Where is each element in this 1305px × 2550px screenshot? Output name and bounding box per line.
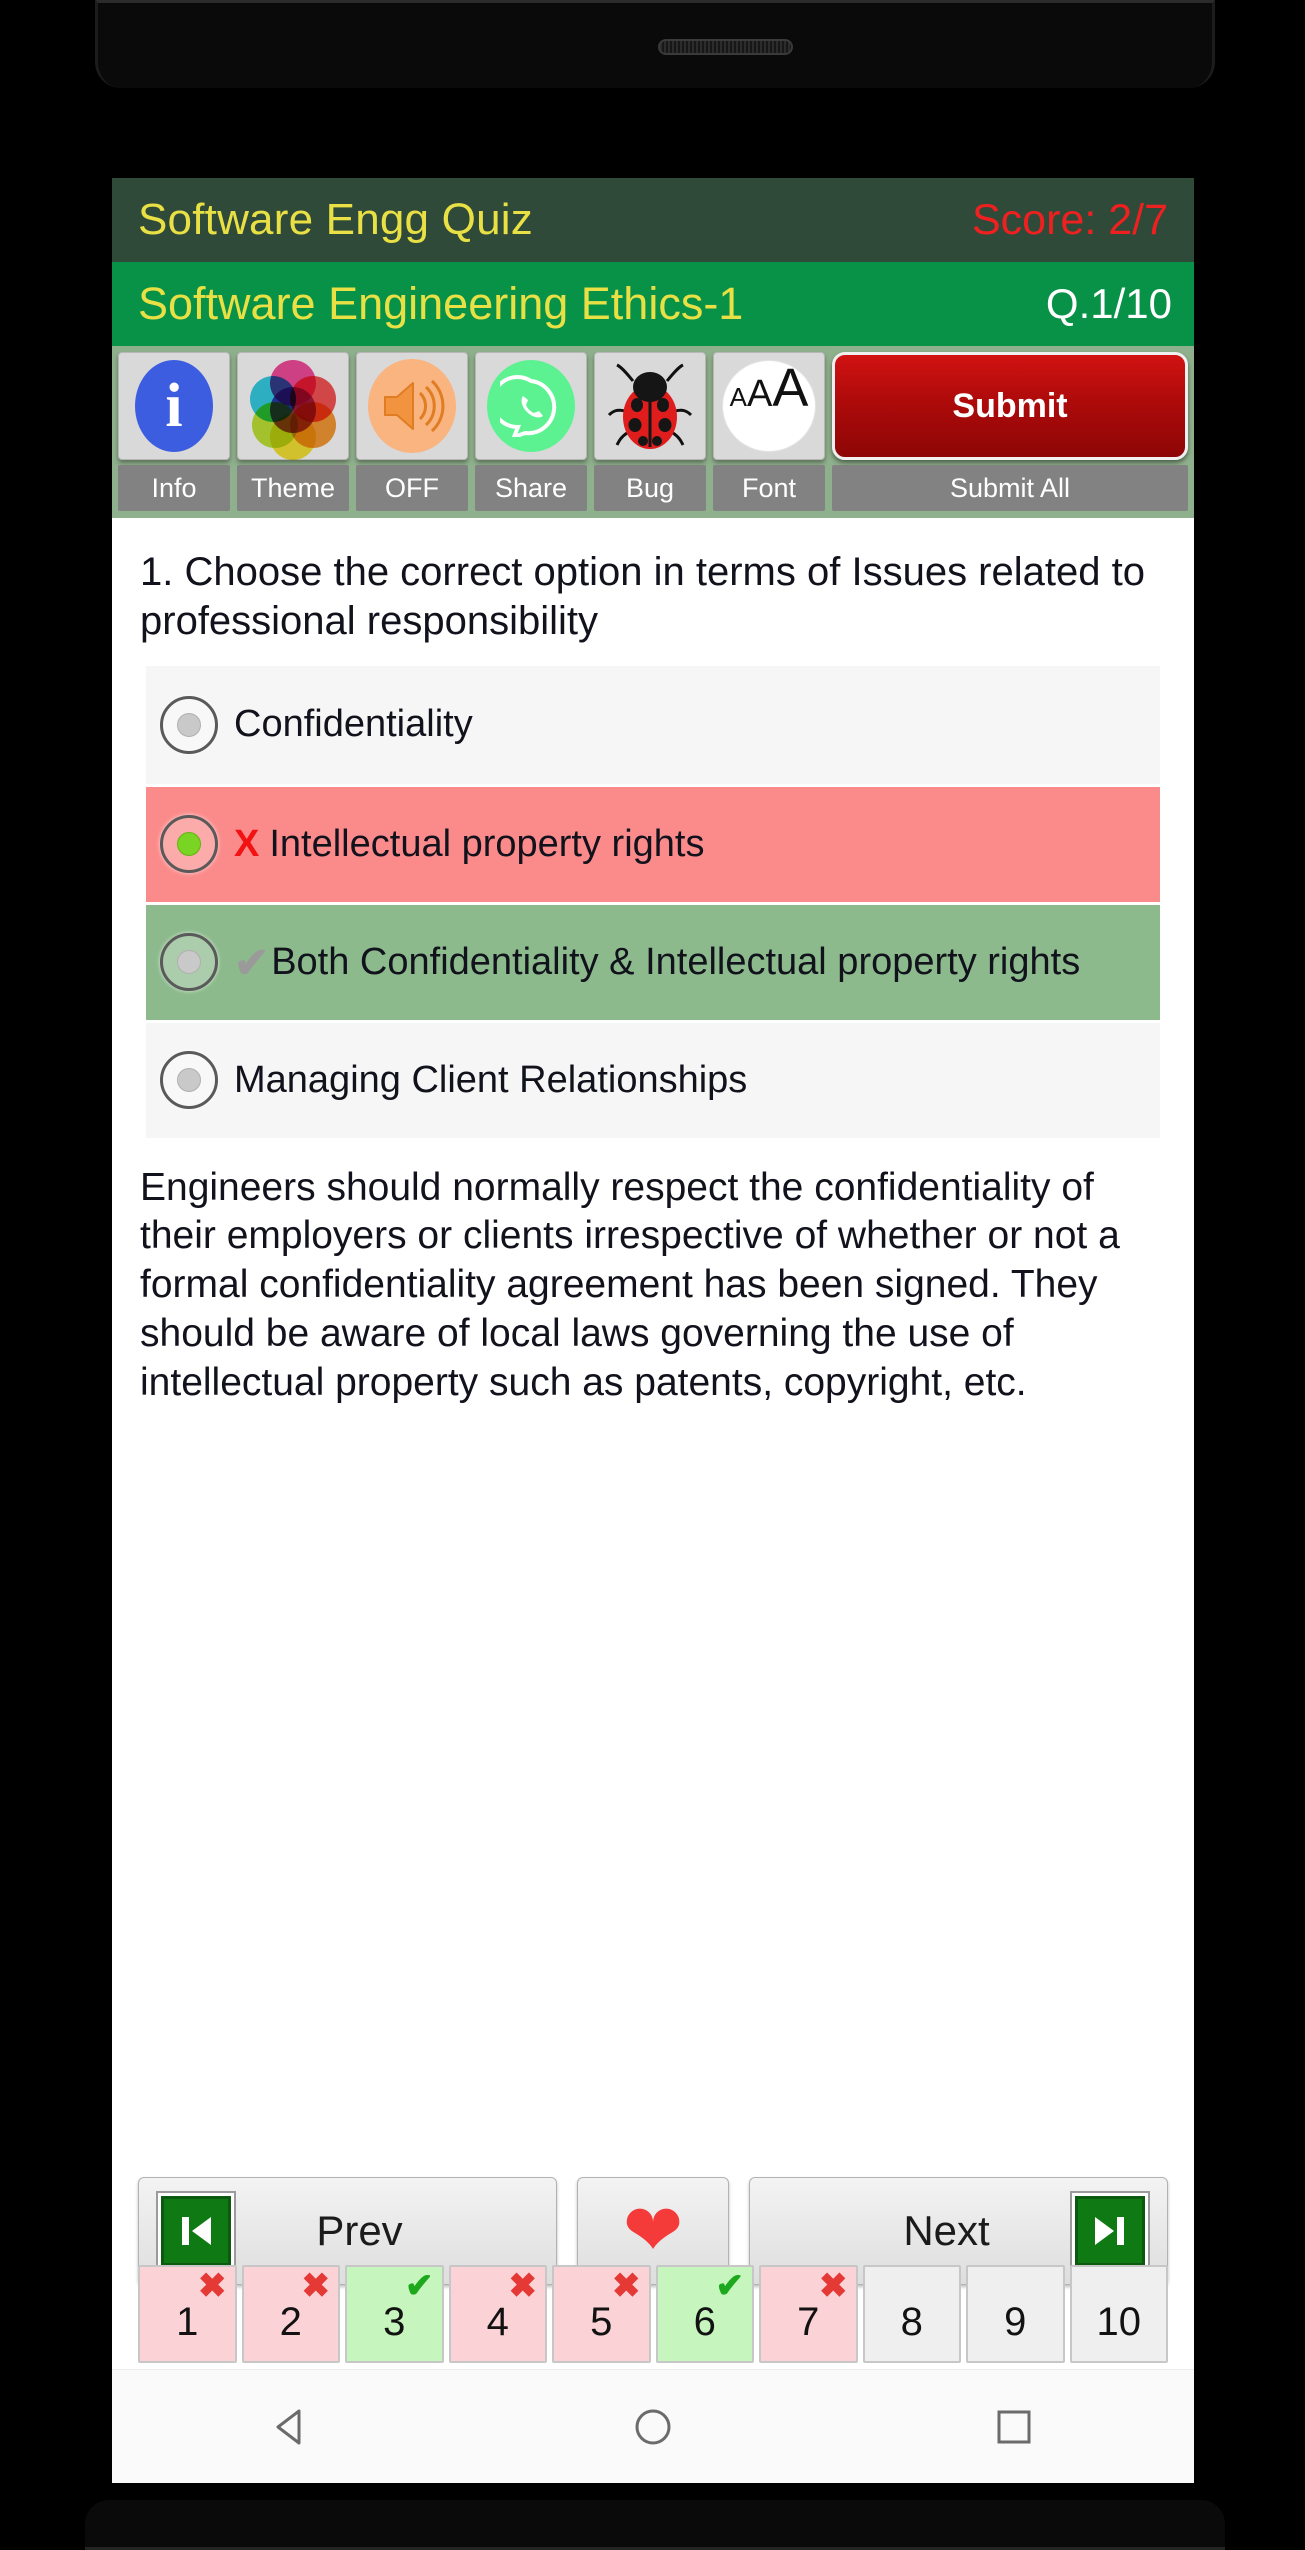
question-number: 2 (279, 2300, 302, 2344)
submit-button-cell[interactable]: Submit (832, 352, 1188, 460)
status-badge: ✖ (198, 2267, 227, 2305)
font-size-button[interactable]: AAA (713, 352, 825, 460)
question-number: 8 (900, 2300, 923, 2344)
option-row-3[interactable]: ✔ Both Confidentiality & Intellectual pr… (146, 901, 1160, 1020)
phone-device: Software Engg Quiz Score: 2/7 Software E… (0, 0, 1305, 2550)
whatsapp-icon (487, 360, 575, 452)
app-title: Software Engg Quiz (138, 195, 533, 244)
status-badge: ✔ (715, 2267, 745, 2305)
status-badge: ✖ (508, 2267, 538, 2305)
subject-title: Software Engineering Ethics-1 (138, 278, 744, 329)
radio-button-3[interactable] (160, 933, 218, 992)
back-button[interactable] (260, 2395, 324, 2459)
recents-button[interactable] (982, 2395, 1046, 2459)
question-number-strip: ✖ 1 ✖ 2 ✔ 3 ✖ 4 ✖ 5 ✔ 6 ✖ 7 8 9 10 (112, 2265, 1194, 2363)
options-list: Confidentiality X Intellectual property … (112, 652, 1194, 1138)
question-cell-5[interactable]: ✖ 5 (552, 2265, 651, 2363)
speaker-icon (368, 359, 456, 453)
palette-icon (250, 360, 336, 460)
question-number: 6 (693, 2300, 716, 2344)
question-cell-6[interactable]: ✔ 6 (655, 2265, 754, 2363)
toolbar-label-share[interactable]: Share (475, 465, 587, 511)
question-cell-1[interactable]: ✖ 1 (138, 2265, 237, 2363)
ladybug-icon (607, 359, 693, 453)
toolbar-label-bug[interactable]: Bug (594, 465, 706, 511)
subject-bar: Software Engineering Ethics-1 Q.1/10 (112, 262, 1194, 346)
toolbar-label-sound[interactable]: OFF (356, 465, 468, 511)
correct-answer-icon: ✔ (234, 938, 270, 986)
android-system-nav (112, 2369, 1194, 2483)
bug-report-button[interactable] (594, 352, 706, 460)
share-button[interactable] (475, 352, 587, 460)
app-screen: Software Engg Quiz Score: 2/7 Software E… (112, 178, 1194, 2483)
question-number: 5 (590, 2300, 613, 2344)
status-badge: ✖ (819, 2267, 848, 2305)
question-text: 1. Choose the correct option in terms of… (140, 550, 1145, 643)
option-label-1: Confidentiality (234, 703, 473, 746)
option-label-2: Intellectual property rights (269, 822, 705, 865)
submit-all-button[interactable]: Submit All (832, 465, 1188, 511)
theme-button[interactable] (237, 352, 349, 460)
option-label-3: Both Confidentiality & Intellectual prop… (271, 940, 1081, 983)
status-badge: ✖ (301, 2267, 331, 2305)
status-badge: ✔ (405, 2267, 434, 2305)
option-label-4: Managing Client Relationships (234, 1058, 748, 1101)
question-cell-8[interactable]: 8 (862, 2265, 961, 2363)
question-number: 1 (176, 2300, 199, 2344)
question-number: 4 (486, 2300, 509, 2344)
option-row-1[interactable]: Confidentiality (146, 665, 1160, 784)
radio-button-2[interactable] (160, 815, 218, 874)
question-cell-2[interactable]: ✖ 2 (241, 2265, 340, 2363)
info-icon: i (135, 360, 213, 452)
option-row-4[interactable]: Managing Client Relationships (146, 1019, 1160, 1138)
toolbar-label-info[interactable]: Info (118, 465, 230, 511)
question-cell-4[interactable]: ✖ 4 (448, 2265, 547, 2363)
wrong-answer-icon: X (234, 822, 260, 865)
skip-previous-icon (161, 2196, 231, 2266)
question-number: 3 (383, 2300, 406, 2344)
status-badge: ✖ (612, 2267, 641, 2305)
info-button[interactable]: i (118, 352, 230, 460)
prev-button-label: Prev (316, 2207, 403, 2254)
toolbar-label-font[interactable]: Font (713, 465, 825, 511)
option-row-2[interactable]: X Intellectual property rights (146, 783, 1160, 902)
device-bottom-bezel (85, 2500, 1225, 2550)
radio-button-1[interactable] (160, 695, 218, 754)
app-title-bar: Software Engg Quiz Score: 2/7 (112, 178, 1194, 262)
submit-button[interactable]: Submit (832, 352, 1188, 460)
device-top-bezel (95, 0, 1215, 88)
score-display: Score: 2/7 (972, 195, 1168, 244)
question-number: 7 (797, 2300, 820, 2344)
question-cell-9[interactable]: 9 (966, 2265, 1065, 2363)
explanation-text: Engineers should normally respect the co… (140, 1165, 1120, 1404)
sound-toggle-button[interactable] (356, 352, 468, 460)
font-size-icon: AAA (722, 360, 816, 452)
question-counter: Q.1/10 (1045, 280, 1172, 327)
question-number: 9 (1004, 2300, 1027, 2344)
heart-icon: ❤ (622, 2191, 684, 2271)
radio-button-4[interactable] (160, 1051, 218, 1110)
home-button[interactable] (621, 2395, 685, 2459)
skip-next-icon (1075, 2196, 1145, 2266)
question-cell-10[interactable]: 10 (1069, 2265, 1168, 2363)
earpiece-speaker (658, 39, 793, 55)
toolbar-label-theme[interactable]: Theme (237, 465, 349, 511)
toolbar-labels: Info Theme OFF Share Bug Font Submit All (112, 460, 1194, 518)
question-cell-3[interactable]: ✔ 3 (345, 2265, 444, 2363)
question-cell-7[interactable]: ✖ 7 (759, 2265, 858, 2363)
toolbar: i A A A Submit (112, 346, 1194, 460)
next-button-label: Next (903, 2207, 990, 2254)
question-number: 10 (1096, 2300, 1142, 2344)
